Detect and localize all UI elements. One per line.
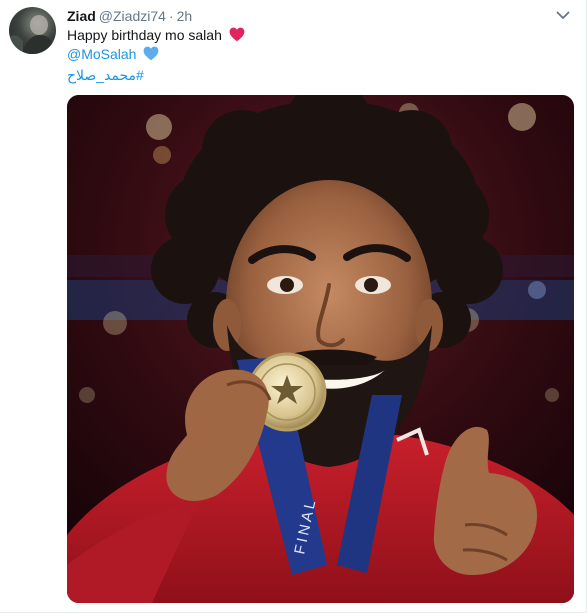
avatar[interactable] (9, 7, 56, 54)
hashtag-line: #محمد_صلاح (67, 65, 144, 85)
author-name[interactable]: Ziad (67, 8, 96, 24)
tweet-header: Ziad @Ziadzi74 · 2h (67, 7, 192, 25)
red-heart-icon (229, 27, 245, 42)
tweet-photo[interactable]: FINAL (67, 95, 574, 603)
hashtag-link[interactable]: #محمد_صلاح (67, 67, 144, 83)
photo-image: FINAL (67, 95, 574, 603)
timestamp[interactable]: 2h (177, 8, 193, 24)
blue-heart-icon (143, 46, 159, 61)
tweet-text: Happy birthday mo salah (67, 25, 245, 45)
mention-link[interactable]: @MoSalah (67, 46, 136, 62)
mention-line: @MoSalah (67, 44, 159, 64)
tweet-text-body: Happy birthday mo salah (67, 27, 222, 43)
tweet[interactable]: Ziad @Ziadzi74 · 2h Happy birthday mo salah… (0, 0, 587, 613)
author-handle[interactable]: @Ziadzi74 (99, 8, 166, 24)
separator-dot: · (168, 8, 174, 24)
chevron-down-icon[interactable] (556, 10, 570, 20)
